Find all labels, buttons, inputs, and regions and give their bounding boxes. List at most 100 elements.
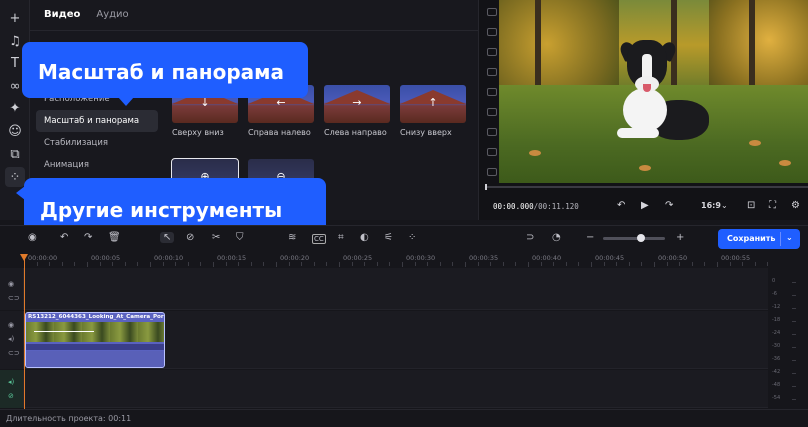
time-total: /00:11.120 bbox=[533, 202, 579, 211]
ruler-tick bbox=[326, 262, 328, 266]
ruler-tick bbox=[502, 262, 504, 266]
meter-bar bbox=[792, 308, 796, 309]
shield-icon[interactable]: ⛉ bbox=[236, 232, 244, 243]
step-forward-icon[interactable]: ↷ bbox=[665, 200, 673, 211]
video-clip[interactable]: RS13212_6044363_Looking_At_Camera_Por bbox=[25, 312, 165, 368]
tab-audio[interactable]: Аудио bbox=[96, 9, 128, 20]
ruler-tick-label: 00:00:05 bbox=[91, 254, 121, 262]
tab-video[interactable]: Видео bbox=[44, 9, 80, 20]
other-tools-icon[interactable]: ⁘ bbox=[5, 167, 25, 187]
stickers-icon[interactable]: ☺ bbox=[5, 121, 25, 141]
ruler-tick bbox=[137, 262, 139, 266]
video-editor: + ♫ T ∞ ✦ ☺ ⧉ ⁘ Видео Аудио Расположение… bbox=[0, 0, 808, 427]
ruler-tick bbox=[565, 262, 567, 266]
ruler-tick bbox=[490, 262, 492, 266]
arrow-up-icon: ↑ bbox=[428, 96, 438, 109]
chevron-down-icon[interactable]: ⌄ bbox=[721, 201, 728, 210]
ruler-tick-label: 00:00:40 bbox=[532, 254, 562, 262]
preview-frame[interactable] bbox=[499, 0, 808, 183]
ruler-tick bbox=[150, 262, 151, 267]
keyframe-line[interactable] bbox=[34, 331, 94, 332]
add-icon[interactable]: + bbox=[5, 8, 25, 28]
razor-tool-icon[interactable]: ⊘ bbox=[186, 232, 194, 243]
track-overlay[interactable] bbox=[24, 268, 768, 310]
menu-item-zoom-pan[interactable]: Масштаб и панорама bbox=[36, 110, 158, 132]
color-icon[interactable]: ◐ bbox=[360, 232, 369, 243]
arrow-right-icon: → bbox=[352, 96, 362, 109]
callout-zoom-pan: Масштаб и панорама bbox=[22, 42, 308, 106]
ruler-tick bbox=[628, 262, 630, 266]
eye-icon[interactable]: ◉ bbox=[8, 280, 14, 288]
settings-icon[interactable]: ⚙ bbox=[791, 200, 800, 211]
ruler-tick-label: 00:00:50 bbox=[658, 254, 688, 262]
adjust-icon[interactable]: ⚟ bbox=[384, 232, 393, 243]
player-controls: 00:00.000/00:11.120 ↶ ▶ ↷ 16:9 ⌄ ⊡ ⛶ ⚙ bbox=[493, 200, 805, 216]
aspect-ratio-select[interactable]: 16:9 bbox=[701, 201, 721, 210]
seek-bar[interactable] bbox=[485, 184, 808, 190]
step-back-icon[interactable]: ↶ bbox=[617, 200, 625, 211]
delete-icon[interactable]: 🗑 bbox=[108, 232, 121, 243]
select-tool-icon[interactable]: ↖ bbox=[160, 232, 175, 243]
meter-bar bbox=[792, 347, 796, 348]
track-header-overlay: ◉ ⊂⊃ bbox=[0, 268, 24, 310]
meter-label: -12 bbox=[772, 304, 781, 310]
ruler-tick bbox=[666, 262, 668, 266]
eye-icon[interactable]: ◉ bbox=[8, 321, 14, 329]
ruler-tick-label: 00:00:00 bbox=[28, 254, 58, 262]
clip-detached-audio[interactable] bbox=[26, 351, 164, 367]
timeline-ruler[interactable]: 00:00:00 00:00:05 00:00:10 00:00:15 00:00:20… bbox=[24, 252, 769, 267]
preset-label: Слева направо bbox=[324, 128, 387, 137]
ruler-tick bbox=[439, 262, 441, 266]
project-duration: Длительность проекта: 00:11 bbox=[0, 409, 808, 427]
ruler-tick-label: 00:00:30 bbox=[406, 254, 436, 262]
track-header-video: ◉ ◂) ⊂⊃ bbox=[0, 311, 24, 369]
preset-left-to-right[interactable]: → Слева направо bbox=[324, 85, 390, 137]
magnet-icon[interactable]: ⊃ bbox=[526, 232, 534, 243]
link-off-icon[interactable]: ⊘ bbox=[8, 392, 14, 400]
record-icon[interactable]: ◉ bbox=[28, 232, 37, 243]
fit-icon[interactable]: ⊡ bbox=[747, 200, 755, 211]
redo-icon[interactable]: ↷ bbox=[84, 232, 92, 243]
captions-icon[interactable]: CC bbox=[312, 234, 326, 244]
playhead[interactable] bbox=[20, 254, 28, 410]
overlay-icon[interactable]: ⧉ bbox=[5, 144, 25, 164]
link-icon[interactable]: ⊂⊃ bbox=[8, 349, 20, 357]
undo-icon[interactable]: ↶ bbox=[60, 232, 68, 243]
speaker-icon[interactable]: ◂) bbox=[8, 378, 14, 386]
meter-bar bbox=[792, 399, 796, 400]
cut-icon[interactable]: ✂ bbox=[212, 232, 220, 243]
timeline-zoom-slider[interactable] bbox=[603, 234, 665, 242]
save-button[interactable]: Сохранить ⌄ bbox=[718, 229, 800, 249]
track-audio[interactable] bbox=[24, 370, 768, 408]
ruler-tick bbox=[717, 262, 718, 267]
play-icon[interactable]: ▶ bbox=[641, 200, 649, 211]
effects-icon[interactable]: ✦ bbox=[5, 98, 25, 118]
filmstrip-handles bbox=[487, 4, 499, 184]
save-button-label: Сохранить bbox=[727, 234, 776, 243]
zoom-out-timeline-icon[interactable]: − bbox=[586, 232, 594, 243]
ruler-tick bbox=[87, 262, 88, 267]
link-icon[interactable]: ⊂⊃ bbox=[8, 294, 20, 302]
preset-bottom-to-top[interactable]: ↑ Снизу вверх bbox=[400, 85, 466, 137]
ruler-tick-label: 00:00:55 bbox=[721, 254, 751, 262]
timer-icon[interactable]: ◔ bbox=[552, 232, 561, 243]
menu-item-animation[interactable]: Анимация bbox=[36, 154, 158, 176]
ruler-tick-label: 00:00:25 bbox=[343, 254, 373, 262]
chevron-down-icon[interactable]: ⌄ bbox=[786, 233, 793, 242]
ruler-tick bbox=[691, 262, 693, 266]
ruler-tick-label: 00:00:15 bbox=[217, 254, 247, 262]
menu-item-stabilization[interactable]: Стабилизация bbox=[36, 132, 158, 154]
slider-knob[interactable] bbox=[637, 234, 645, 242]
meter-label: -24 bbox=[772, 330, 781, 336]
fullscreen-icon[interactable]: ⛶ bbox=[769, 200, 776, 211]
crop-icon[interactable]: ⌗ bbox=[338, 232, 344, 243]
ruler-tick bbox=[452, 262, 454, 266]
speaker-icon[interactable]: ◂) bbox=[8, 335, 14, 343]
ruler-tick bbox=[767, 262, 769, 266]
more-tools-icon[interactable]: ⁘ bbox=[408, 232, 416, 243]
zoom-in-timeline-icon[interactable]: + bbox=[676, 232, 684, 243]
audio-wave-icon[interactable]: ≋ bbox=[288, 232, 296, 243]
ruler-tick bbox=[162, 262, 164, 266]
ruler-tick bbox=[263, 262, 265, 266]
ruler-tick bbox=[654, 262, 655, 267]
